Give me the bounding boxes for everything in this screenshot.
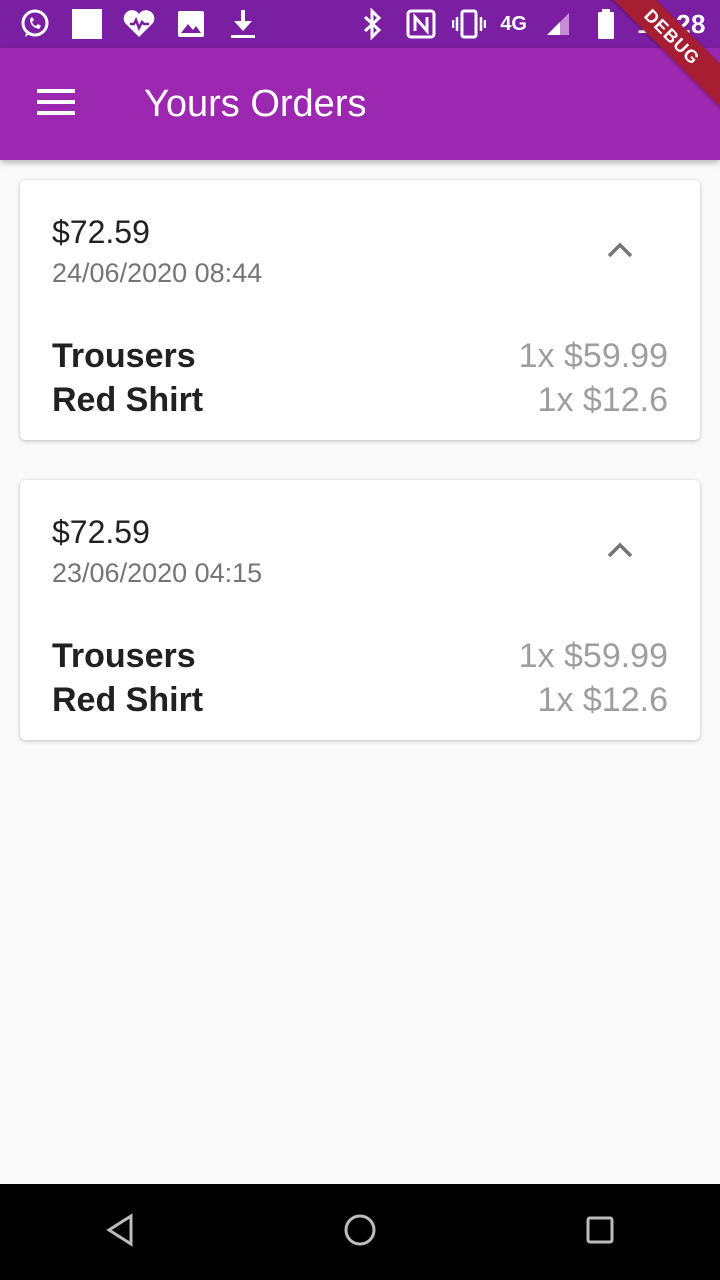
chevron-up-icon — [607, 542, 633, 563]
recents-icon — [585, 1215, 615, 1250]
chevron-up-icon — [607, 242, 633, 263]
download-icon — [226, 7, 260, 41]
order-items: Trousers 1x $59.99 Red Shirt 1x $12.6 — [52, 634, 668, 722]
network-type-label: 4G — [500, 12, 527, 35]
order-item: Trousers 1x $59.99 — [52, 634, 668, 678]
order-datetime: 23/06/2020 04:15 — [52, 558, 263, 588]
order-item: Trousers 1x $59.99 — [52, 334, 668, 378]
health-heart-icon — [122, 7, 156, 41]
collapse-button[interactable] — [592, 532, 648, 572]
bluetooth-icon — [356, 7, 390, 41]
status-bar-notifications — [18, 7, 260, 41]
nfc-icon — [404, 7, 438, 41]
item-name: Trousers — [52, 636, 196, 675]
nav-home-button[interactable] — [320, 1192, 400, 1272]
nav-recents-button[interactable] — [560, 1192, 640, 1272]
item-quantity-price: 1x $59.99 — [518, 336, 668, 375]
order-datetime: 24/06/2020 08:44 — [52, 258, 263, 288]
order-card[interactable]: $72.59 24/06/2020 08:44 Trousers 1x $59.… — [20, 180, 700, 440]
signal-icon — [541, 7, 575, 41]
home-icon — [343, 1213, 377, 1252]
hamburger-menu-icon — [37, 88, 75, 121]
page-title: Yours Orders — [144, 82, 367, 125]
item-name: Trousers — [52, 336, 196, 375]
nav-back-button[interactable] — [80, 1192, 160, 1272]
app-bar: Yours Orders — [0, 48, 720, 160]
order-card[interactable]: $72.59 23/06/2020 04:15 Trousers 1x $59.… — [20, 480, 700, 740]
item-quantity-price: 1x $12.6 — [537, 380, 668, 419]
whatsapp-icon — [18, 7, 52, 41]
item-quantity-price: 1x $59.99 — [518, 636, 668, 675]
system-nav-bar — [0, 1184, 720, 1280]
collapse-button[interactable] — [592, 232, 648, 272]
order-total: $72.59 — [52, 514, 150, 550]
vibrate-icon — [452, 7, 487, 41]
menu-button[interactable] — [0, 48, 112, 160]
item-quantity-price: 1x $12.6 — [537, 680, 668, 719]
status-bar: 4G 10:28 — [0, 0, 720, 48]
order-item: Red Shirt 1x $12.6 — [52, 378, 668, 422]
notification-square-icon — [70, 7, 104, 41]
order-item: Red Shirt 1x $12.6 — [52, 678, 668, 722]
item-name: Red Shirt — [52, 680, 204, 719]
back-icon — [105, 1212, 135, 1252]
order-items: Trousers 1x $59.99 Red Shirt 1x $12.6 — [52, 334, 668, 422]
order-total: $72.59 — [52, 214, 150, 250]
gallery-image-icon — [174, 7, 208, 41]
battery-icon — [589, 7, 623, 41]
item-name: Red Shirt — [52, 380, 204, 419]
